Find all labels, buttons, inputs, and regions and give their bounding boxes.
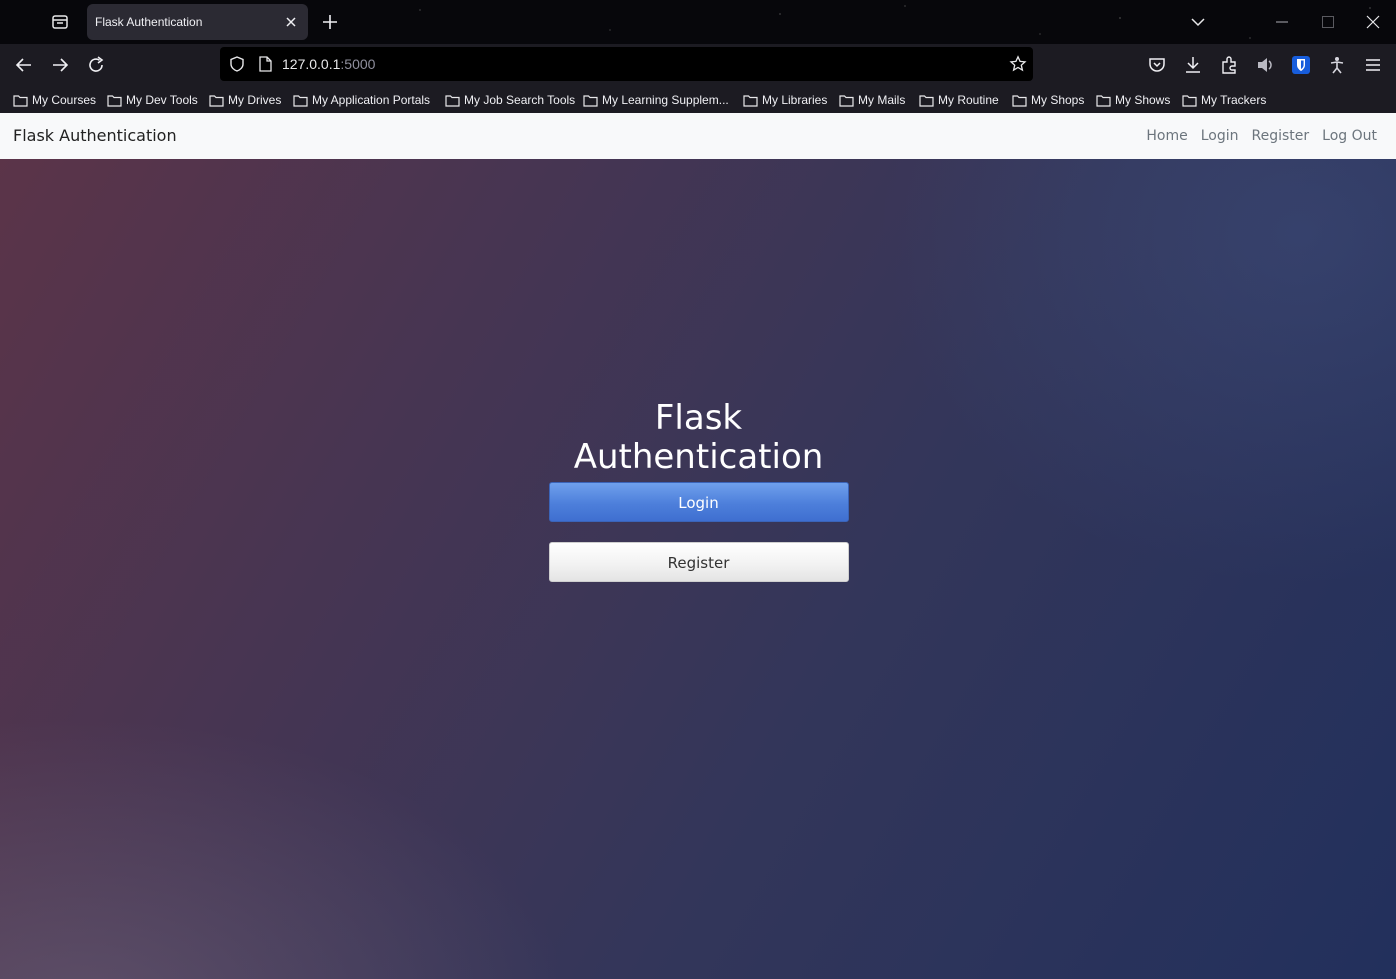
bookmark-label: My Dev Tools	[126, 93, 198, 107]
bookmark-folder[interactable]: My Routine	[919, 90, 999, 110]
folder-icon	[743, 94, 758, 107]
folder-icon	[445, 94, 460, 107]
new-tab-plus-icon[interactable]	[320, 12, 340, 32]
bookmark-label: My Mails	[858, 93, 906, 107]
download-icon[interactable]	[1183, 55, 1203, 75]
url-text[interactable]: 127.0.0.1:5000	[282, 56, 375, 72]
folder-icon	[919, 94, 934, 107]
site-brand[interactable]: Flask Authentication	[13, 126, 177, 145]
bookmark-label: My Application Portals	[312, 93, 431, 107]
browser-toolbar: 127.0.0.1:5000	[0, 44, 1396, 86]
register-button[interactable]: Register	[548, 542, 849, 582]
page-icon[interactable]	[258, 56, 272, 72]
speaker-icon[interactable]	[1255, 55, 1275, 75]
bookmark-label: My Shows	[1115, 93, 1171, 107]
nav-link-logout[interactable]: Log Out	[1322, 128, 1377, 144]
bitwarden-shield-icon[interactable]	[1291, 55, 1311, 75]
url-bar[interactable]: 127.0.0.1:5000	[220, 47, 1033, 81]
nav-link-register[interactable]: Register	[1252, 128, 1310, 144]
bookmark-folder[interactable]: My Libraries	[743, 90, 827, 110]
bookmark-folder[interactable]: My Courses	[13, 90, 96, 110]
chevron-down-icon[interactable]	[1190, 14, 1206, 30]
bookmarks-bar: My Courses My Dev Tools My Drives My App…	[0, 86, 1396, 113]
bookmark-label: My Job Search Tools	[464, 93, 576, 107]
bookmark-label: My Learning Supplem...	[602, 93, 729, 107]
bookmark-label: My Drives	[228, 93, 282, 107]
folder-icon	[583, 94, 598, 107]
folder-icon	[107, 94, 122, 107]
window-minimize-icon[interactable]	[1276, 21, 1288, 23]
bookmark-folder[interactable]: My Application Portals	[293, 90, 430, 110]
bookmark-folder[interactable]: My Job Search Tools	[445, 90, 575, 110]
window-maximize-icon[interactable]	[1322, 16, 1334, 28]
folder-icon	[13, 94, 28, 107]
page-title: Flask Authentication	[573, 398, 824, 477]
tab-title: Flask Authentication	[95, 15, 203, 29]
bookmark-folder[interactable]: My Drives	[209, 90, 281, 110]
folder-icon	[1096, 94, 1111, 107]
window-close-icon[interactable]	[1366, 15, 1380, 29]
pocket-icon[interactable]	[1147, 55, 1167, 75]
bookmark-label: My Trackers	[1201, 93, 1267, 107]
back-arrow-icon[interactable]	[14, 55, 34, 75]
folder-icon	[209, 94, 224, 107]
bookmark-folder[interactable]: My Mails	[839, 90, 905, 110]
url-host: 127.0.0.1	[282, 56, 341, 72]
bookmark-label: My Shops	[1031, 93, 1085, 107]
url-port: :5000	[340, 56, 376, 72]
folder-icon	[1182, 94, 1197, 107]
folder-icon	[1012, 94, 1027, 107]
close-icon[interactable]	[284, 15, 298, 29]
nav-link-login[interactable]: Login	[1201, 128, 1239, 144]
star-bookmark-icon[interactable]	[1009, 55, 1027, 73]
active-tab[interactable]: Flask Authentication	[87, 4, 308, 40]
folder-icon	[839, 94, 854, 107]
bookmark-folder[interactable]: My Trackers	[1182, 90, 1266, 110]
hamburger-menu-icon[interactable]	[1363, 55, 1383, 75]
bookmark-folder[interactable]: My Dev Tools	[107, 90, 198, 110]
bookmark-label: My Courses	[32, 93, 97, 107]
bookmark-folder[interactable]: My Shops	[1012, 90, 1084, 110]
bookmark-label: My Libraries	[762, 93, 828, 107]
site-nav-links: Home Login Register Log Out	[1146, 128, 1377, 144]
tab-list-icon[interactable]	[46, 8, 74, 36]
nav-link-home[interactable]: Home	[1146, 128, 1187, 144]
folder-icon	[293, 94, 308, 107]
forward-arrow-icon[interactable]	[50, 55, 70, 75]
page-viewport: Flask Authentication Home Login Register…	[0, 113, 1396, 979]
tab-strip: Flask Authentication	[0, 0, 1396, 44]
bookmark-folder[interactable]: My Learning Supplem...	[583, 90, 729, 110]
reload-icon[interactable]	[86, 55, 106, 75]
extension-figure-icon[interactable]	[1327, 55, 1347, 75]
bookmark-label: My Routine	[938, 93, 999, 107]
login-button[interactable]: Login	[548, 482, 849, 522]
extensions-icon[interactable]	[1219, 55, 1239, 75]
hero-section: Flask Authentication Login Register	[548, 399, 849, 582]
bookmark-folder[interactable]: My Shows	[1096, 90, 1170, 110]
site-navbar: Flask Authentication Home Login Register…	[0, 113, 1396, 159]
shield-icon[interactable]	[228, 55, 246, 73]
